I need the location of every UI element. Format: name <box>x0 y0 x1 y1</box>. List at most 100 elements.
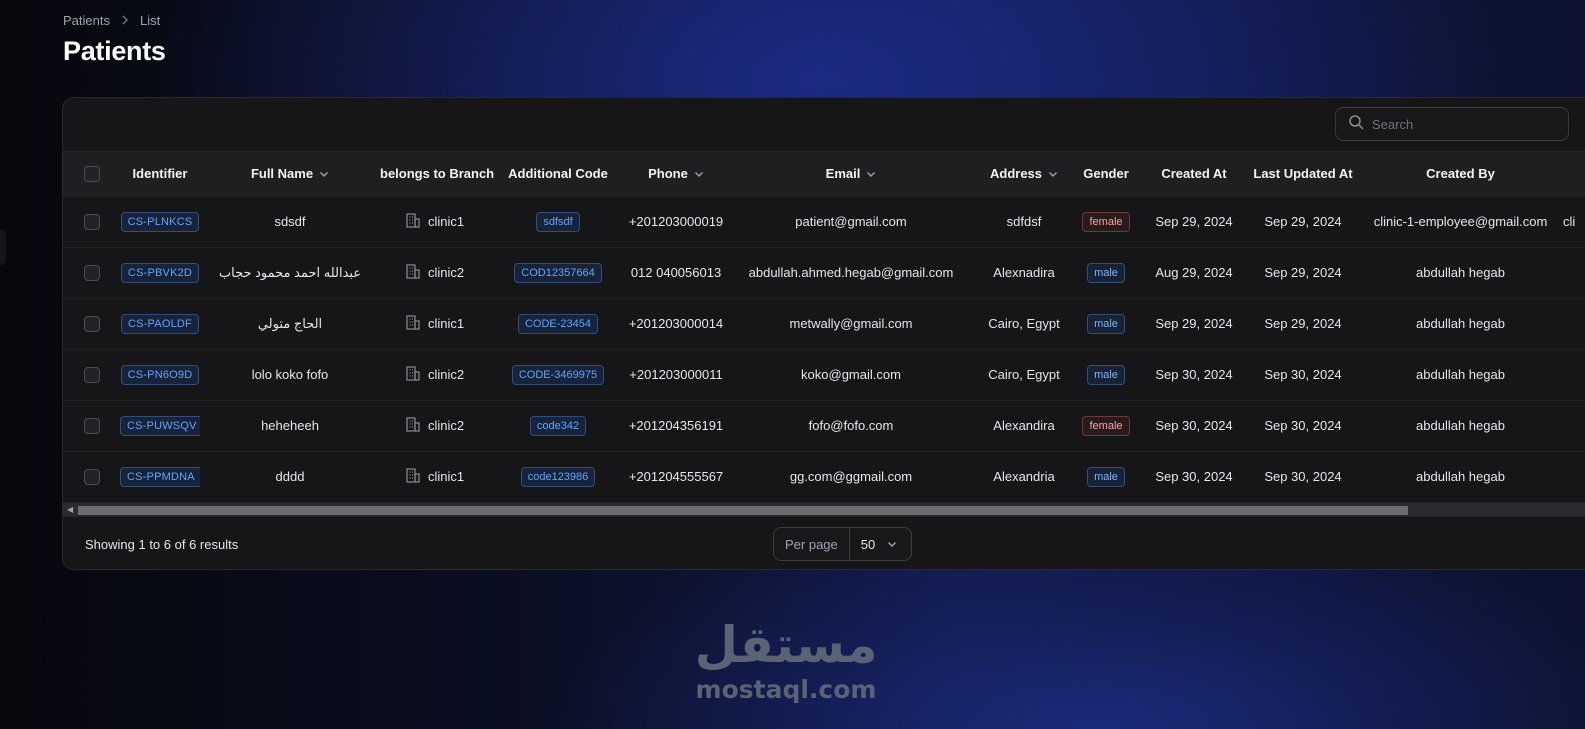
patients-table-card: Identifier Full Name belongs to Branch A… <box>62 97 1585 570</box>
patients-table: Identifier Full Name belongs to Branch A… <box>63 152 1585 502</box>
full-name-cell: الحاج متولي <box>257 315 323 331</box>
row-checkbox[interactable] <box>83 366 100 383</box>
breadcrumb-patients-link[interactable]: Patients <box>63 13 110 28</box>
email-cell: koko@gmail.com <box>801 367 901 382</box>
updated-at-cell: Sep 30, 2024 <box>1264 418 1342 433</box>
chevron-down-icon <box>866 167 876 182</box>
row-checkbox[interactable] <box>83 213 100 230</box>
mostaql-watermark: مستقل mostaql.com <box>686 615 886 705</box>
table-row[interactable]: CS-PAOLDF الحاج متولي clinic1 CODE-23454… <box>63 298 1585 349</box>
phone-cell: +201204356191 <box>628 418 724 433</box>
branch-cell: clinic2 <box>406 263 464 282</box>
table-row[interactable]: CS-PPMDNA dddd clinic1 code123986 +20120… <box>63 451 1585 502</box>
per-page-select[interactable]: Per page 50 <box>773 527 912 561</box>
phone-cell: +201203000011 <box>629 367 723 382</box>
address-cell: Alexandira <box>993 418 1055 433</box>
breadcrumb-current: List <box>139 13 161 28</box>
created-by-cell: abdullah hegab <box>1416 469 1505 485</box>
identifier-badge: CS-PUWSQV <box>120 415 200 436</box>
branch-cell: clinic2 <box>406 416 464 435</box>
search-box[interactable] <box>1335 107 1569 141</box>
full-name-cell: dddd <box>275 469 305 485</box>
select-all-cell <box>63 152 120 196</box>
email-cell: metwally@gmail.com <box>789 316 913 331</box>
gender-badge: male <box>1087 466 1125 487</box>
overflow-cell: cli <box>1563 214 1576 229</box>
phone-cell: +201204555567 <box>628 469 724 485</box>
full-name-cell: عبدالله احمد محمود حجاب <box>218 264 362 280</box>
building-icon <box>406 365 420 384</box>
gender-badge: female <box>1082 211 1130 232</box>
identifier-badge: CS-PLNKCS <box>120 211 200 232</box>
chevron-down-icon <box>1048 167 1058 182</box>
per-page-value[interactable]: 50 <box>850 537 897 552</box>
branch-cell: clinic1 <box>406 314 464 333</box>
table-row[interactable]: CS-PUWSQV heheheeh clinic2 code342 +2012… <box>63 400 1585 451</box>
column-header-address[interactable]: Address <box>976 152 1072 196</box>
created-at-cell: Sep 30, 2024 <box>1155 469 1233 485</box>
created-by-cell: abdullah hegab <box>1416 265 1505 280</box>
column-header-full-name[interactable]: Full Name <box>200 152 380 196</box>
row-checkbox[interactable] <box>83 469 100 486</box>
scroll-left-icon[interactable]: ◀ <box>67 505 73 514</box>
column-header-phone[interactable]: Phone <box>626 152 726 196</box>
additional-code-badge: code342 <box>529 415 587 436</box>
column-header-updated-at: Last Updated At <box>1253 166 1353 182</box>
building-icon <box>406 212 420 231</box>
gender-badge: male <box>1087 262 1125 283</box>
row-checkbox[interactable] <box>83 417 100 434</box>
select-all-checkbox[interactable] <box>83 166 100 183</box>
column-header-overflow <box>1563 152 1585 196</box>
watermark-latin: mostaql.com <box>695 675 877 704</box>
additional-code-badge: COD12357664 <box>514 262 602 283</box>
address-cell: Cairo, Egypt <box>988 316 1060 331</box>
column-header-email[interactable]: Email <box>726 152 976 196</box>
overflow-cell <box>1563 451 1585 502</box>
building-icon <box>406 263 420 282</box>
created-at-cell: Sep 30, 2024 <box>1155 367 1233 382</box>
full-name-cell: heheheeh <box>261 418 319 433</box>
horizontal-scrollbar[interactable]: ◀ <box>63 502 1585 516</box>
column-header-identifier: Identifier <box>132 166 188 182</box>
page-title: Patients <box>63 36 166 66</box>
gender-badge: female <box>1082 415 1130 436</box>
address-cell: sdfdsf <box>1006 214 1042 229</box>
results-summary: Showing 1 to 6 of 6 results <box>85 537 239 552</box>
row-checkbox[interactable] <box>83 264 100 281</box>
table-row[interactable]: CS-PBVK2D عبدالله احمد محمود حجاب clinic… <box>63 247 1585 298</box>
email-cell: fofo@fofo.com <box>808 418 894 433</box>
watermark-arabic: مستقل <box>694 616 878 674</box>
sidebar-collapse-handle[interactable] <box>0 229 6 265</box>
per-page-label: Per page <box>774 528 850 560</box>
address-cell: Alexandria <box>993 469 1055 485</box>
table-toolbar <box>63 98 1585 152</box>
gender-badge: male <box>1087 364 1125 385</box>
updated-at-cell: Sep 30, 2024 <box>1264 367 1342 382</box>
building-icon <box>406 468 420 486</box>
identifier-badge: CS-PPMDNA <box>120 466 200 487</box>
chevron-down-icon <box>887 537 897 552</box>
created-by-cell: abdullah hegab <box>1416 367 1505 382</box>
column-header-gender: Gender <box>1083 166 1129 182</box>
column-header-branch: belongs to Branch <box>380 166 495 182</box>
updated-at-cell: Sep 29, 2024 <box>1264 316 1342 331</box>
additional-code-badge: CODE-23454 <box>517 313 599 334</box>
address-cell: Cairo, Egypt <box>988 367 1060 382</box>
additional-code-badge: code123986 <box>520 466 596 487</box>
address-cell: Alexnadira <box>993 265 1055 280</box>
search-input[interactable] <box>1372 116 1552 132</box>
building-icon <box>406 314 420 333</box>
search-icon <box>1348 114 1364 135</box>
table-row[interactable]: CS-PN6O9D lolo koko fofo clinic2 CODE-34… <box>63 349 1585 400</box>
full-name-cell: lolo koko fofo <box>251 367 329 382</box>
updated-at-cell: Sep 29, 2024 <box>1264 214 1342 229</box>
email-cell: patient@gmail.com <box>795 214 907 229</box>
table-footer: Showing 1 to 6 of 6 results Per page 50 <box>63 516 1585 569</box>
table-header-row: Identifier Full Name belongs to Branch A… <box>63 152 1585 196</box>
phone-cell: +201203000014 <box>628 316 724 331</box>
scrollbar-thumb[interactable] <box>78 506 1408 515</box>
row-checkbox[interactable] <box>83 315 100 332</box>
chevron-down-icon <box>319 167 329 182</box>
table-row[interactable]: CS-PLNKCS sdsdf clinic1 sdfsdf +20120300… <box>63 196 1585 247</box>
identifier-badge: CS-PAOLDF <box>121 313 199 334</box>
